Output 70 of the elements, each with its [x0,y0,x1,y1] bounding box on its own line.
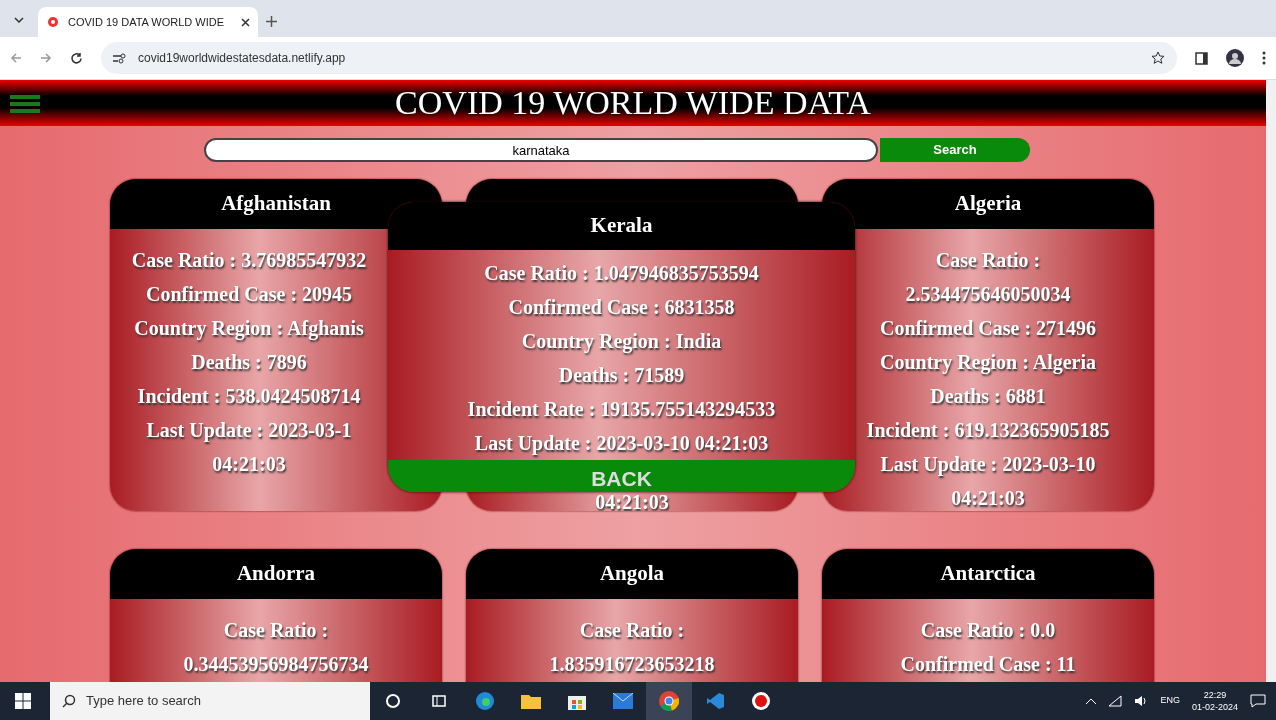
tab-list-icon[interactable] [14,16,24,23]
card-info-line: 04:21:03 [595,493,669,511]
card-info-line: 0.34453956984756734 [183,652,369,677]
card-info-line: Country Region : Algeria [879,350,1097,376]
card-header: Angola [466,549,798,599]
taskbar-search-field[interactable]: Type here to search [50,682,370,720]
card-info-line: Case Ratio : [223,618,329,643]
popup-info-line: Incident Rate : 19135.755143294533 [467,397,776,422]
search-field[interactable]: karnataka [204,138,878,162]
card-header: Andorra [110,549,442,599]
back-icon[interactable] [10,52,22,64]
card-info-line: Case Ratio : 3.76985547932 [131,248,367,273]
profile-avatar-icon[interactable] [1226,49,1244,67]
search-button[interactable]: Search [880,138,1030,162]
card-info-line: 2.534475646050034 [905,282,1071,307]
reload-icon[interactable] [70,51,83,65]
network-icon[interactable] [1108,695,1123,707]
address-bar[interactable]: covid19worldwidestatesdata.netlify.app [101,42,1177,74]
card-info-line: Last Update : 2023-03-1 [146,418,352,444]
clock-time: 22:29 [1202,689,1228,701]
card-info-line: Deaths : 7896 [191,350,307,375]
card-info-line: Deaths : 6881 [930,384,1046,409]
sidebar-icon[interactable] [1195,51,1208,65]
card-info-line: 1.835916723653218 [549,652,715,677]
card-info-line: Incident : 538.0424508714 [137,384,361,409]
task-view-icon[interactable] [431,693,447,709]
card-header: Afghanistan [110,179,442,229]
url-text: covid19worldwidestatesdata.netlify.app [138,50,346,67]
card-info-line: Case Ratio : 0.0 [920,618,1056,643]
chevron-up-icon[interactable] [1086,698,1097,704]
forward-icon[interactable] [40,52,52,64]
site-settings-icon[interactable] [113,52,126,64]
search-icon [62,694,76,708]
card-info-line: Last Update : 2023-03-10 [880,452,1096,478]
new-tab-icon[interactable] [266,16,277,27]
popup-header: Kerala [388,202,855,250]
card-header: Algeria [822,179,1154,229]
bookmark-star-icon[interactable] [1151,51,1165,65]
speaker-icon[interactable] [1134,695,1149,707]
card-info-line: Case Ratio : [935,248,1041,273]
popup-info-line: Confirmed Case : 6831358 [508,295,735,320]
folder-icon[interactable] [521,693,541,709]
card-info-line: Incident : 619.132365905185 [866,418,1110,443]
card-header: Antarctica [822,549,1154,599]
more-menu-icon[interactable] [1262,51,1266,65]
popup-info-line: Last Update : 2023-03-10 04:21:03 [474,431,769,457]
card-info-line: Country Region : Afghanis [134,316,364,342]
card-info-line: Confirmed Case : 20945 [145,282,353,307]
virus-favicon [46,15,60,29]
card-info-line: Case Ratio : [579,618,685,643]
popup-info-line: Country Region : India [521,329,722,355]
popup-info-line: Deaths : 71589 [558,363,685,388]
card-info-line: Confirmed Case : 271496 [879,316,1097,341]
menu-icon[interactable] [10,93,40,115]
clock-date: 01-02-2024 [1191,701,1238,713]
popup-info-line: Case Ratio : 1.047946835753594 [484,261,759,286]
browser-swirl-icon[interactable] [475,691,495,711]
code-editor-icon[interactable] [706,692,724,710]
card-info-line: 04:21:03 [212,452,286,477]
notification-icon[interactable] [1250,694,1266,708]
language-indicator[interactable]: ENG [1160,694,1180,708]
card-info-line: Confirmed Case : 11 [900,652,1076,677]
card-info-line: 04:21:03 [951,486,1025,511]
browser-tab[interactable]: COVID 19 DATA WORLD WIDE [38,7,258,37]
page-title: COVID 19 WORLD WIDE DATA [395,82,871,123]
tab-title: COVID 19 DATA WORLD WIDE [68,14,225,30]
mail-envelope-icon[interactable] [613,693,633,709]
scrollbar[interactable] [1266,80,1276,682]
close-tab-icon[interactable] [241,17,250,27]
record-icon[interactable] [751,691,771,711]
